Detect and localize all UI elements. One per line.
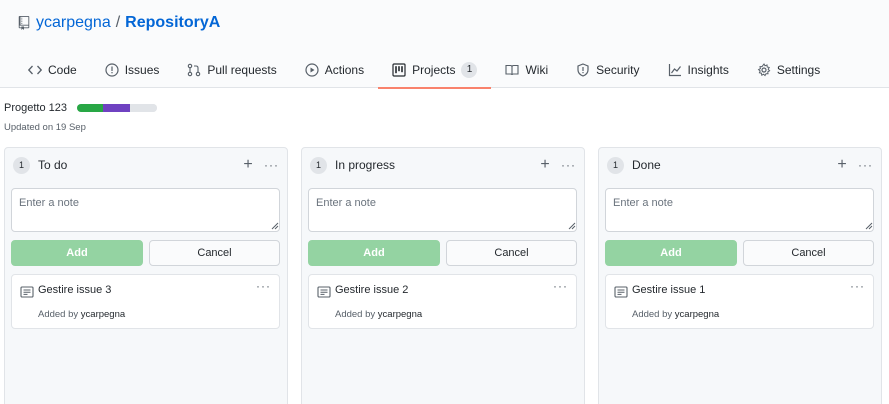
card-added-by-prefix: Added by (632, 309, 673, 320)
repo-icon (18, 16, 30, 30)
card-menu-kebab-icon[interactable]: ··· (256, 279, 271, 293)
cancel-button[interactable]: Cancel (149, 240, 280, 266)
project-icon (392, 63, 406, 77)
card-title: Gestire issue 3 (38, 284, 112, 296)
column-card-count: 1 (13, 156, 30, 174)
tab-actions[interactable]: Actions (291, 52, 378, 88)
card-added-by: Added by ycarpegna (632, 309, 719, 320)
column-header: 1 To do + ··· (13, 156, 279, 174)
card-title: Gestire issue 2 (335, 284, 409, 296)
play-icon (305, 63, 319, 77)
tab-label: Actions (324, 63, 365, 77)
projects-counter-badge: 1 (461, 62, 478, 78)
tab-label: Issues (124, 63, 160, 77)
project-progress-bar (77, 104, 157, 112)
book-icon (505, 63, 520, 77)
column-card-count: 1 (310, 156, 327, 174)
note-icon (317, 286, 331, 298)
column-title: Done (632, 158, 661, 172)
repo-nav-tabs: Code Issues Pull requests Actions Projec… (14, 52, 834, 89)
card-added-by-prefix: Added by (335, 309, 376, 320)
tab-security[interactable]: Security (562, 52, 653, 88)
cancel-button[interactable]: Cancel (446, 240, 577, 266)
card-title: Gestire issue 1 (632, 284, 706, 296)
card-added-by: Added by ycarpegna (335, 309, 422, 320)
card-added-by: Added by ycarpegna (38, 309, 125, 320)
card-menu-kebab-icon[interactable]: ··· (553, 279, 568, 293)
tab-label: Pull requests (207, 63, 277, 77)
card-added-by-prefix: Added by (38, 309, 79, 320)
add-button[interactable]: Add (605, 240, 737, 266)
project-updated-text: Updated on 19 Sep (4, 122, 86, 133)
card-added-by-user[interactable]: ycarpegna (378, 309, 422, 320)
repo-title: ycarpegna / RepositoryA (18, 14, 220, 32)
textarea-resize-handle-icon[interactable] (865, 222, 873, 230)
card-added-by-user[interactable]: ycarpegna (675, 309, 719, 320)
repo-header: ycarpegna / RepositoryA Code Issues Pull… (0, 0, 889, 89)
tab-label: Insights (687, 63, 729, 77)
textarea-resize-handle-icon[interactable] (271, 222, 279, 230)
add-card-plus-icon[interactable]: + (537, 156, 553, 174)
code-icon (28, 63, 42, 77)
cancel-button[interactable]: Cancel (743, 240, 874, 266)
column-header: 1 Done + ··· (607, 156, 873, 174)
note-card[interactable]: Gestire issue 3 ··· Added by ycarpegna (11, 274, 280, 329)
issue-opened-icon (105, 63, 119, 77)
note-input[interactable] (11, 188, 280, 232)
column-title: In progress (335, 158, 396, 172)
tab-label: Wiki (525, 63, 549, 77)
column-menu-kebab-icon[interactable]: ··· (264, 158, 279, 172)
column-done: 1 Done + ··· Add Cancel Gestire issue 1 … (598, 147, 882, 404)
column-header: 1 In progress + ··· (310, 156, 576, 174)
tab-issues[interactable]: Issues (91, 52, 174, 88)
gear-icon (757, 63, 771, 77)
textarea-resize-handle-icon[interactable] (568, 222, 576, 230)
repo-separator: / (115, 14, 121, 31)
project-name: Progetto 123 (4, 102, 67, 114)
column-menu-kebab-icon[interactable]: ··· (858, 158, 873, 172)
add-card-plus-icon[interactable]: + (834, 156, 850, 174)
column-actions: + ··· (834, 156, 873, 174)
graph-icon (668, 63, 682, 77)
column-menu-kebab-icon[interactable]: ··· (561, 158, 576, 172)
tab-code[interactable]: Code (14, 52, 91, 88)
tab-label: Settings (776, 63, 821, 77)
repo-name-link[interactable]: RepositoryA (125, 14, 220, 32)
repo-owner-link[interactable]: ycarpegna (36, 14, 111, 32)
progress-done-segment (77, 104, 104, 112)
add-button[interactable]: Add (308, 240, 440, 266)
tab-label: Security (596, 63, 640, 77)
tab-settings[interactable]: Settings (743, 52, 834, 88)
tab-wiki[interactable]: Wiki (491, 52, 562, 88)
tab-projects[interactable]: Projects 1 (378, 52, 492, 89)
note-card[interactable]: Gestire issue 2 ··· Added by ycarpegna (308, 274, 577, 329)
note-icon (20, 286, 34, 298)
column-card-count: 1 (607, 156, 624, 174)
shield-icon (576, 63, 590, 77)
progress-todo-segment (129, 104, 157, 112)
column-title: To do (38, 158, 68, 172)
tab-label: Projects (412, 63, 456, 77)
note-input[interactable] (308, 188, 577, 232)
tab-insights[interactable]: Insights (654, 52, 743, 88)
card-menu-kebab-icon[interactable]: ··· (850, 279, 865, 293)
column-actions: + ··· (240, 156, 279, 174)
tab-label: Code (48, 63, 77, 77)
add-card-plus-icon[interactable]: + (240, 156, 256, 174)
column-to-do: 1 To do + ··· Add Cancel Gestire issue 3… (4, 147, 288, 404)
note-icon (614, 286, 628, 298)
column-in-progress: 1 In progress + ··· Add Cancel Gestire i… (301, 147, 585, 404)
add-button[interactable]: Add (11, 240, 143, 266)
card-added-by-user[interactable]: ycarpegna (81, 309, 125, 320)
tab-pull-requests[interactable]: Pull requests (173, 52, 290, 88)
column-actions: + ··· (537, 156, 576, 174)
progress-in-progress-segment (103, 104, 130, 112)
project-info: Progetto 123 (4, 102, 157, 114)
note-input[interactable] (605, 188, 874, 232)
git-pull-request-icon (187, 63, 201, 77)
note-card[interactable]: Gestire issue 1 ··· Added by ycarpegna (605, 274, 874, 329)
